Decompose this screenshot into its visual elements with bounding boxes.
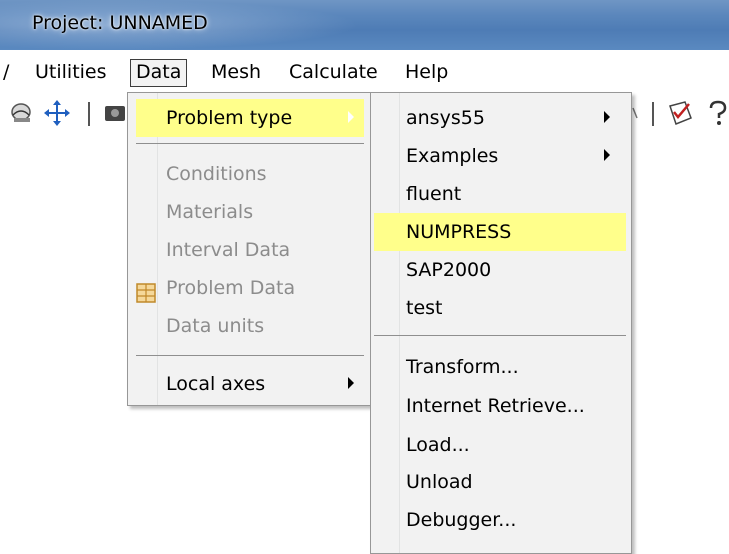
submenu-item-debugger[interactable]: Debugger... xyxy=(374,501,626,539)
menu-utilities[interactable]: Utilities xyxy=(30,59,112,85)
toolbar-separator xyxy=(88,102,90,126)
menu-item-label: Problem Data xyxy=(166,277,296,299)
menu-item-problem-data[interactable]: Problem Data xyxy=(136,269,364,307)
menu-item-label: Internet Retrieve... xyxy=(406,395,585,417)
menu-data[interactable]: Data xyxy=(130,59,188,87)
submenu-item-unload[interactable]: Unload xyxy=(374,463,626,501)
menu-item-label: Load... xyxy=(406,434,470,456)
menu-item-label: Unload xyxy=(406,471,473,493)
menu-item-materials[interactable]: Materials xyxy=(136,193,364,231)
view-icon[interactable] xyxy=(8,98,38,128)
menu-item-label: Local axes xyxy=(166,373,266,395)
window-title: Project: UNNAMED xyxy=(32,12,208,34)
menu-item-label: ansys55 xyxy=(406,107,485,129)
data-menu: Problem type Conditions Materials Interv… xyxy=(127,92,373,406)
menu-item-label: SAP2000 xyxy=(406,259,492,281)
chevron-right-icon xyxy=(604,111,610,123)
chevron-right-icon xyxy=(348,111,354,123)
menu-item-conditions[interactable]: Conditions xyxy=(136,155,364,193)
menu-partial-item[interactable]: / xyxy=(0,59,14,85)
menu-help[interactable]: Help xyxy=(400,59,453,85)
menu-separator xyxy=(136,355,364,356)
menu-item-label: Interval Data xyxy=(166,239,291,261)
menu-calculate[interactable]: Calculate xyxy=(284,59,383,85)
menu-item-label: Conditions xyxy=(166,163,267,185)
menu-item-interval-data[interactable]: Interval Data xyxy=(136,231,364,269)
menu-item-problem-type[interactable]: Problem type xyxy=(136,99,364,137)
toolbar-partial-icon xyxy=(631,98,641,128)
problem-type-submenu: ansys55 Examples fluent NUMPRESS SAP2000… xyxy=(370,92,632,554)
table-icon xyxy=(136,278,156,303)
menu-item-label: Transform... xyxy=(406,356,519,378)
submenu-item-load[interactable]: Load... xyxy=(374,426,626,464)
menu-item-label: Debugger... xyxy=(406,509,517,531)
chevron-right-icon xyxy=(604,149,610,161)
toolbar-separator xyxy=(652,102,654,126)
menu-item-label: fluent xyxy=(406,183,462,205)
menu-item-label: NUMPRESS xyxy=(406,221,512,243)
menu-separator xyxy=(136,143,364,144)
submenu-item-transform[interactable]: Transform... xyxy=(374,348,626,386)
checklist-icon[interactable] xyxy=(665,98,695,128)
submenu-item-ansys55[interactable]: ansys55 xyxy=(374,99,626,137)
submenu-item-internet-retrieve[interactable]: Internet Retrieve... xyxy=(374,387,626,425)
submenu-item-fluent[interactable]: fluent xyxy=(374,175,626,213)
move-arrows-icon[interactable] xyxy=(42,98,70,128)
submenu-item-test[interactable]: test xyxy=(374,289,626,327)
menu-item-label: test xyxy=(406,297,443,319)
help-icon[interactable] xyxy=(707,98,729,128)
menu-item-label: Problem type xyxy=(166,107,293,129)
submenu-item-examples[interactable]: Examples xyxy=(374,137,626,175)
menu-item-label: Data units xyxy=(166,315,265,337)
title-bar: Project: UNNAMED xyxy=(0,0,729,50)
submenu-item-numpress[interactable]: NUMPRESS xyxy=(374,213,626,251)
camera-icon[interactable] xyxy=(100,98,128,128)
menu-bar: / Utilities Data Mesh Calculate Help xyxy=(0,50,729,93)
menu-mesh[interactable]: Mesh xyxy=(206,59,266,85)
menu-item-data-units[interactable]: Data units xyxy=(136,307,364,345)
menu-item-local-axes[interactable]: Local axes xyxy=(136,365,364,403)
menu-separator xyxy=(374,335,626,336)
menu-item-label: Examples xyxy=(406,145,499,167)
submenu-item-sap2000[interactable]: SAP2000 xyxy=(374,251,626,289)
menu-item-label: Materials xyxy=(166,201,254,223)
chevron-right-icon xyxy=(348,377,354,389)
